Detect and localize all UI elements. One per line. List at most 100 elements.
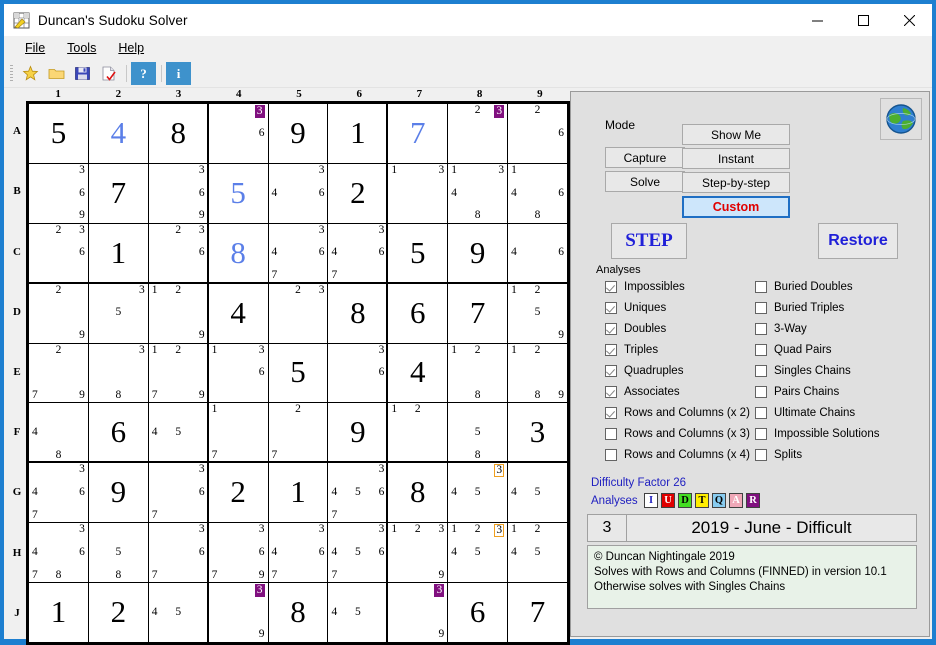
- save-icon[interactable]: [70, 62, 95, 85]
- sudoku-cell-C1[interactable]: 2 3 6: [29, 223, 88, 283]
- sudoku-cell-F4[interactable]: 17: [208, 403, 268, 463]
- checkbox-ultimate-chains[interactable]: Ultimate Chains: [755, 402, 935, 423]
- sudoku-cell-B7[interactable]: 13: [388, 163, 448, 223]
- checkbox-splits[interactable]: Splits: [755, 444, 935, 465]
- sudoku-cell-G1[interactable]: 3 4 6 7: [29, 463, 88, 523]
- open-folder-icon[interactable]: [44, 62, 69, 85]
- checkbox-box[interactable]: [755, 364, 767, 377]
- sudoku-cell-C2[interactable]: 1: [88, 223, 148, 283]
- sudoku-cell-A1[interactable]: 5: [29, 104, 88, 163]
- checkbox-singles-chains[interactable]: Singles Chains: [755, 360, 935, 381]
- sudoku-cell-J5[interactable]: 8: [268, 583, 328, 642]
- sudoku-cell-H8[interactable]: 12345: [448, 523, 508, 583]
- checkbox-buried-triples[interactable]: Buried Triples: [755, 297, 935, 318]
- sudoku-cell-A9[interactable]: 26: [508, 104, 567, 163]
- checkbox-quad-pairs[interactable]: Quad Pairs: [755, 339, 935, 360]
- help-button[interactable]: ?: [131, 62, 156, 85]
- sudoku-cell-H4[interactable]: 3 6 7 9: [208, 523, 268, 583]
- checkbox-impossibles[interactable]: Impossibles: [605, 276, 775, 297]
- sudoku-cell-J8[interactable]: 6: [448, 583, 508, 642]
- checkbox-uniques[interactable]: Uniques: [605, 297, 775, 318]
- sudoku-cell-H6[interactable]: 3 4 5 6 7: [328, 523, 388, 583]
- sudoku-cell-C3[interactable]: 2 3 6: [148, 223, 208, 283]
- sudoku-cell-F8[interactable]: 58: [448, 403, 508, 463]
- sudoku-cell-G5[interactable]: 1: [268, 463, 328, 523]
- custom-button[interactable]: Custom: [682, 196, 790, 218]
- minimize-button[interactable]: [794, 4, 840, 36]
- new-check-icon[interactable]: [96, 62, 121, 85]
- sudoku-cell-D1[interactable]: 29: [29, 283, 88, 343]
- checkbox-box[interactable]: [755, 343, 767, 356]
- checkbox-box[interactable]: [755, 427, 767, 440]
- sudoku-cell-E3[interactable]: 1 2 7 9: [148, 343, 208, 403]
- sudoku-cell-E4[interactable]: 1 3 6: [208, 343, 268, 403]
- sudoku-cell-B6[interactable]: 2: [328, 163, 388, 223]
- sudoku-cell-B5[interactable]: 3 4 6: [268, 163, 328, 223]
- menu-file[interactable]: File: [14, 38, 56, 58]
- menu-tools[interactable]: Tools: [56, 38, 107, 58]
- sudoku-cell-B2[interactable]: 7: [88, 163, 148, 223]
- maximize-button[interactable]: [840, 4, 886, 36]
- checkbox-box[interactable]: [605, 364, 617, 377]
- sudoku-cell-H5[interactable]: 3 4 6 7: [268, 523, 328, 583]
- sudoku-cell-J7[interactable]: 39: [388, 583, 448, 642]
- close-button[interactable]: [886, 4, 932, 36]
- checkbox-box[interactable]: [605, 406, 617, 419]
- checkbox-box[interactable]: [755, 448, 767, 461]
- sudoku-cell-A7[interactable]: 7: [388, 104, 448, 163]
- sudoku-cell-E5[interactable]: 5: [268, 343, 328, 403]
- checkbox-3-way[interactable]: 3-Way: [755, 318, 935, 339]
- checkbox-box[interactable]: [605, 427, 617, 440]
- checkbox-box[interactable]: [755, 385, 767, 398]
- sudoku-cell-D7[interactable]: 6: [388, 283, 448, 343]
- sudoku-cell-F5[interactable]: 27: [268, 403, 328, 463]
- sudoku-cell-A5[interactable]: 9: [268, 104, 328, 163]
- restore-button[interactable]: Restore: [818, 223, 898, 259]
- sudoku-cell-J3[interactable]: 45: [148, 583, 208, 642]
- checkbox-doubles[interactable]: Doubles: [605, 318, 775, 339]
- checkbox-box[interactable]: [605, 448, 617, 461]
- sudoku-cell-H1[interactable]: 3 4 6 7 8: [29, 523, 88, 583]
- sudoku-cell-E8[interactable]: 1 2 8: [448, 343, 508, 403]
- sudoku-cell-C9[interactable]: 46: [508, 223, 567, 283]
- sudoku-grid[interactable]: 5483691723263697369534621313481468236123…: [26, 101, 570, 645]
- sudoku-cell-B4[interactable]: 5: [208, 163, 268, 223]
- checkbox-rows-and-columns-x-4[interactable]: Rows and Columns (x 4): [605, 444, 775, 465]
- menu-help[interactable]: Help: [107, 38, 155, 58]
- show-me-button[interactable]: Show Me: [682, 124, 790, 145]
- step-by-step-button[interactable]: Step-by-step: [682, 172, 790, 193]
- sudoku-cell-B1[interactable]: 3 6 9: [29, 163, 88, 223]
- sudoku-cell-E2[interactable]: 38: [88, 343, 148, 403]
- checkbox-box[interactable]: [755, 322, 767, 335]
- sudoku-cell-C6[interactable]: 3 4 6 7: [328, 223, 388, 283]
- sudoku-cell-C7[interactable]: 5: [388, 223, 448, 283]
- checkbox-buried-doubles[interactable]: Buried Doubles: [755, 276, 935, 297]
- sudoku-cell-E1[interactable]: 2 7 9: [29, 343, 88, 403]
- sudoku-cell-H2[interactable]: 58: [88, 523, 148, 583]
- sudoku-cell-H7[interactable]: 1 2 3 9: [388, 523, 448, 583]
- sudoku-cell-D8[interactable]: 7: [448, 283, 508, 343]
- checkbox-box[interactable]: [605, 343, 617, 356]
- sudoku-cell-F6[interactable]: 9: [328, 403, 388, 463]
- sudoku-cell-D4[interactable]: 4: [208, 283, 268, 343]
- checkbox-box[interactable]: [755, 280, 767, 293]
- info-button[interactable]: i: [166, 62, 191, 85]
- sudoku-cell-A3[interactable]: 8: [148, 104, 208, 163]
- checkbox-impossible-solutions[interactable]: Impossible Solutions: [755, 423, 935, 444]
- sudoku-cell-C4[interactable]: 8: [208, 223, 268, 283]
- checkbox-rows-and-columns-x-2[interactable]: Rows and Columns (x 2): [605, 402, 775, 423]
- sudoku-cell-C5[interactable]: 3 4 6 7: [268, 223, 328, 283]
- sudoku-cell-D3[interactable]: 1 2 9: [148, 283, 208, 343]
- sudoku-cell-D9[interactable]: 1 2 5 9: [508, 283, 567, 343]
- sudoku-cell-J2[interactable]: 2: [88, 583, 148, 642]
- instant-button[interactable]: Instant: [682, 148, 790, 169]
- sudoku-cell-A8[interactable]: 23: [448, 104, 508, 163]
- sudoku-cell-A6[interactable]: 1: [328, 104, 388, 163]
- sudoku-cell-E7[interactable]: 4: [388, 343, 448, 403]
- checkbox-box[interactable]: [755, 406, 767, 419]
- sudoku-cell-G3[interactable]: 3 6 7: [148, 463, 208, 523]
- toolbar-grip[interactable]: [10, 65, 13, 82]
- sudoku-cell-B3[interactable]: 3 6 9: [148, 163, 208, 223]
- sudoku-cell-J6[interactable]: 45: [328, 583, 388, 642]
- sudoku-cell-F2[interactable]: 6: [88, 403, 148, 463]
